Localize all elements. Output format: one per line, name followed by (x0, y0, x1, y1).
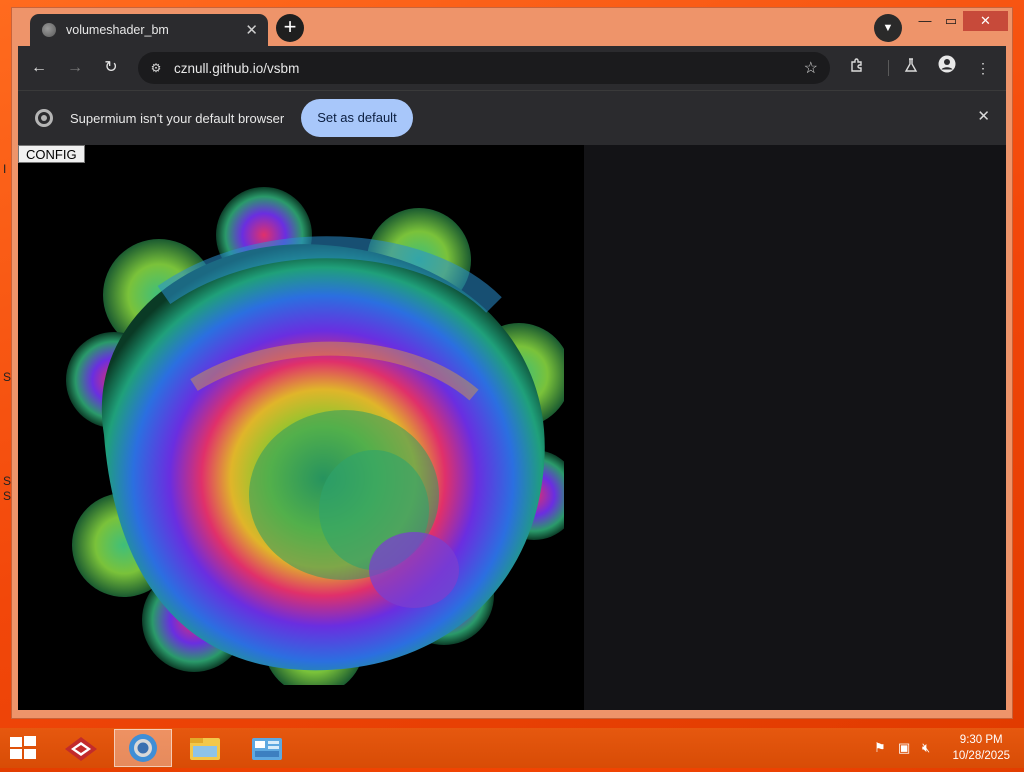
start-windows-icon[interactable] (10, 736, 38, 760)
taskbar-supermium-browser-icon[interactable] (114, 729, 172, 767)
back-button[interactable]: ← (26, 55, 52, 81)
url-text[interactable]: cznull.github.io/vsbm (174, 61, 804, 76)
taskbar-file-explorer-icon[interactable] (176, 729, 234, 767)
taskbar-shader-app-icon[interactable] (52, 729, 110, 767)
tab-search-chevron-icon[interactable]: ▼ (874, 14, 902, 42)
tab-close-icon[interactable]: ✕ (245, 21, 258, 39)
reload-button[interactable]: ↻ (98, 55, 124, 81)
clock-date: 10/28/2025 (952, 750, 1010, 762)
toolbar-separator (888, 60, 889, 76)
desktop-icon-label: S (3, 489, 12, 503)
infobar-close-icon[interactable]: ✕ (977, 107, 990, 125)
default-browser-infobar: Supermium isn't your default browser Set… (18, 90, 1006, 145)
action-center-flag-icon[interactable]: ⚑ (874, 740, 886, 756)
minimize-button[interactable]: — (912, 11, 938, 31)
tab-volumeshader[interactable]: volumeshader_bm ✕ (30, 14, 268, 46)
extensions-puzzle-icon[interactable] (844, 55, 870, 81)
desktop-icon-label: S (3, 474, 12, 488)
labs-flask-icon[interactable] (898, 55, 924, 81)
globe-icon (42, 23, 56, 37)
tab-title: volumeshader_bm (66, 23, 169, 37)
browser-window: volumeshader_bm ✕ + ▼ — ▭ ✕ ← → ↻ ⚙ cznu… (12, 8, 1012, 718)
new-tab-button[interactable]: + (276, 14, 304, 42)
shader-canvas[interactable]: CONFIG (18, 145, 584, 710)
infobar-message: Supermium isn't your default browser (70, 110, 285, 126)
network-icon[interactable]: ▣ (898, 740, 910, 756)
maximize-button[interactable]: ▭ (938, 11, 964, 31)
tab-strip: volumeshader_bm ✕ + ▼ — ▭ ✕ (12, 8, 1012, 46)
config-button[interactable]: CONFIG (18, 145, 85, 163)
browser-logo-icon (35, 109, 53, 127)
desktop-icon-label: S (3, 370, 12, 384)
bookmark-star-icon[interactable]: ☆ (804, 58, 818, 78)
desktop-icon-label: I (3, 162, 7, 176)
taskbar: ⚑ ▣ 🔇︎ 9:30 PM 10/28/2025 (0, 728, 1024, 768)
set-as-default-button[interactable]: Set as default (301, 99, 413, 137)
taskbar-control-panel-icon[interactable] (238, 729, 296, 767)
menu-kebab-icon[interactable]: ⋮ (970, 55, 996, 81)
forward-button[interactable]: → (62, 55, 88, 81)
taskbar-clock[interactable]: 9:30 PM 10/28/2025 (952, 732, 1010, 764)
volume-muted-icon[interactable]: 🔇︎ (922, 740, 930, 756)
clock-time: 9:30 PM (959, 734, 1003, 746)
fractal-lobes (66, 187, 564, 685)
browser-toolbar: ← → ↻ ⚙ cznull.github.io/vsbm ☆ ⋮ (18, 46, 1006, 90)
site-settings-icon[interactable]: ⚙ (146, 61, 166, 75)
profile-avatar-icon[interactable] (934, 55, 960, 81)
close-window-button[interactable]: ✕ (963, 11, 1008, 31)
mandelbulb-render (66, 187, 564, 685)
address-bar[interactable]: ⚙ cznull.github.io/vsbm ☆ (138, 52, 830, 84)
page-viewport: CONFIG (18, 145, 1006, 710)
